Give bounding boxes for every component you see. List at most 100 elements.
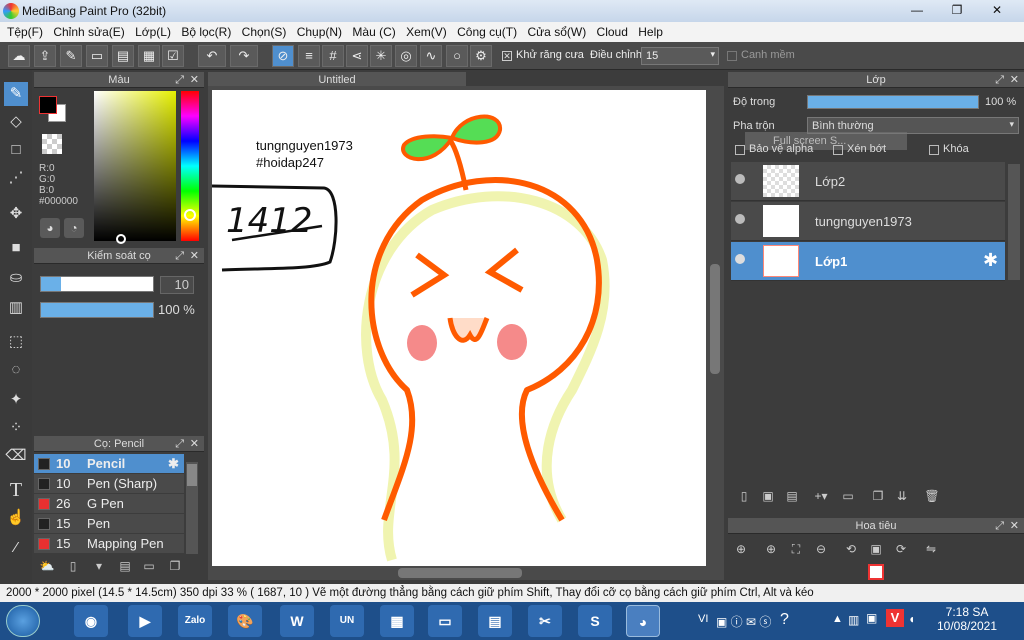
color-wheel-icon[interactable]: ◕	[40, 218, 60, 238]
zoom-app-icon[interactable]: ▶	[128, 605, 162, 637]
fill-shape-tool-icon[interactable]: ■	[4, 236, 28, 260]
layer-row[interactable]: Lớp1 ✱	[731, 242, 1005, 281]
visibility-icon[interactable]	[735, 174, 745, 184]
cloud-icon[interactable]: ☁	[8, 45, 30, 67]
unikey-icon[interactable]: UN	[330, 605, 364, 637]
bucket-tool-icon[interactable]: ⛀	[4, 266, 28, 290]
layer-row[interactable]: Lớp2	[731, 162, 1005, 201]
brush-item[interactable]: 15 Pen	[34, 514, 184, 533]
eraser-tool-icon[interactable]: ◇	[4, 110, 28, 134]
zoom-out-icon[interactable]: ⊖	[812, 540, 830, 558]
trash-icon[interactable]: 🗑	[923, 487, 941, 505]
notes-icon[interactable]: ▤	[478, 605, 512, 637]
eyedropper-tool-icon[interactable]: ⁄	[4, 536, 28, 560]
flip-horizontal-icon[interactable]: ⇋	[922, 540, 940, 558]
duplicate-icon[interactable]: ❐	[166, 557, 184, 575]
close-panel-icon[interactable]: ✕	[1010, 518, 1019, 534]
pdf-tray-icon[interactable]: ▣	[866, 611, 877, 625]
parallel-snap-icon[interactable]: ≡	[298, 45, 320, 67]
adjust-select[interactable]: 15 ▾	[641, 47, 719, 65]
brush-list-scrollbar[interactable]	[186, 462, 198, 554]
foreground-color-swatch[interactable]	[39, 96, 57, 114]
close-panel-icon[interactable]: ✕	[1010, 72, 1019, 88]
palette-icon[interactable]: ◔	[64, 218, 84, 238]
curve-snap-icon[interactable]: ∿	[420, 45, 442, 67]
undock-icon[interactable]: ⤢	[995, 72, 1004, 88]
undock-icon[interactable]: ⤢	[175, 436, 184, 452]
close-panel-icon[interactable]: ✕	[190, 72, 199, 88]
menu-color[interactable]: Màu (C)	[345, 22, 395, 39]
layout-icon[interactable]: ▦	[138, 45, 160, 67]
chat-icon[interactable]: ▭	[86, 45, 108, 67]
presentation-icon[interactable]: ▭	[428, 605, 462, 637]
zoom-in-icon[interactable]: ⊕	[762, 540, 780, 558]
add-brush-icon[interactable]: ▾	[90, 557, 108, 575]
brush-opacity-slider[interactable]	[40, 302, 154, 318]
scrollbar-thumb[interactable]	[398, 568, 522, 578]
canvas-paper[interactable]: 1412 tungnguyen1973 #hoidap247	[211, 90, 706, 566]
brush-size-value[interactable]: 10	[160, 276, 194, 294]
clipping-checkbox[interactable]	[833, 145, 843, 155]
magic-wand-tool-icon[interactable]: ✦	[4, 388, 28, 412]
grid-snap-icon[interactable]: #	[322, 45, 344, 67]
new-1bit-layer-icon[interactable]: ▤	[783, 487, 801, 505]
brush-item[interactable]: 10 Pencil ✱	[34, 454, 184, 473]
select-pen-tool-icon[interactable]: ⁘	[4, 416, 28, 440]
vivaldi-tray-icon[interactable]: V	[886, 609, 904, 627]
gear-icon[interactable]: ✱	[983, 250, 998, 271]
brush-cloud-icon[interactable]: ⛅	[38, 557, 56, 575]
merge-layer-icon[interactable]: ⇊	[893, 487, 911, 505]
new-halftone-layer-icon[interactable]: ▣	[759, 487, 777, 505]
menu-help[interactable]: Help	[631, 22, 663, 39]
checklist-icon[interactable]: ☑	[162, 45, 184, 67]
start-icon[interactable]	[6, 605, 40, 637]
word-icon[interactable]: W	[280, 605, 314, 637]
restore-button[interactable]: ❐	[945, 0, 969, 20]
undo-icon[interactable]: ↶	[198, 45, 226, 67]
rotate-left-icon[interactable]: ⟲	[842, 540, 860, 558]
snipping-icon[interactable]: ✂	[528, 605, 562, 637]
folder-icon[interactable]: ▭	[839, 487, 857, 505]
canvas-horizontal-scrollbar[interactable]	[208, 566, 724, 580]
show-hidden-icons-icon[interactable]: ▲	[832, 613, 843, 625]
layer-list-scrollbar[interactable]	[1008, 164, 1020, 280]
menu-view[interactable]: Xem(V)	[399, 22, 447, 39]
hue-slider[interactable]	[181, 91, 199, 241]
text-tool-icon[interactable]: T	[4, 478, 28, 502]
menu-snap[interactable]: Chụp(N)	[290, 22, 342, 39]
redo-icon[interactable]: ↷	[230, 45, 258, 67]
menu-edit[interactable]: Chỉnh sửa(E)	[46, 22, 124, 39]
lasso-tool-icon[interactable]: ◌	[4, 358, 28, 382]
layer-row[interactable]: tungnguyen1973	[731, 202, 1005, 241]
brush-size-slider[interactable]	[40, 276, 154, 292]
zoom-fit-icon[interactable]: ⊕	[732, 540, 750, 558]
move-tool-icon[interactable]: ✥	[4, 202, 28, 226]
duplicate-layer-icon[interactable]: ❐	[869, 487, 887, 505]
menu-file[interactable]: Tệp(F)	[0, 22, 43, 39]
gear-icon[interactable]: ✱	[168, 454, 179, 473]
skype-icon[interactable]: S	[578, 605, 612, 637]
undock-icon[interactable]: ⤢	[995, 518, 1004, 534]
operation-tool-icon[interactable]: ☝	[4, 506, 28, 530]
medibang-taskbar-icon[interactable]: ◕	[626, 605, 660, 637]
navigator-thumbnail[interactable]	[868, 564, 884, 580]
reset-rotation-icon[interactable]: ▣	[867, 540, 885, 558]
lock-checkbox[interactable]	[929, 145, 939, 155]
calculator-icon[interactable]: ▦	[380, 605, 414, 637]
folder-icon[interactable]: ▭	[140, 557, 158, 575]
undock-icon[interactable]: ⤢	[175, 72, 184, 88]
rotate-right-icon[interactable]: ⟳	[892, 540, 910, 558]
menu-tools[interactable]: Công cụ(T)	[450, 22, 517, 39]
language-indicator[interactable]: VI	[698, 613, 708, 625]
minimize-button[interactable]: —	[905, 0, 929, 20]
add-layer-menu-icon[interactable]: +▾	[809, 487, 833, 505]
scrollbar-thumb[interactable]	[710, 264, 720, 374]
menu-select[interactable]: Chọn(S)	[235, 22, 287, 39]
brush-tool-icon[interactable]: ✎	[4, 82, 28, 106]
rect-select-tool-icon[interactable]: ⬚	[4, 330, 28, 354]
help-icon[interactable]: ?	[780, 611, 789, 629]
volume-icon[interactable]: ◖	[908, 612, 915, 626]
no-snap-icon[interactable]: ⊘	[272, 45, 294, 67]
menu-layer[interactable]: Lớp(L)	[128, 22, 171, 39]
undock-icon[interactable]: ⤢	[175, 248, 184, 264]
